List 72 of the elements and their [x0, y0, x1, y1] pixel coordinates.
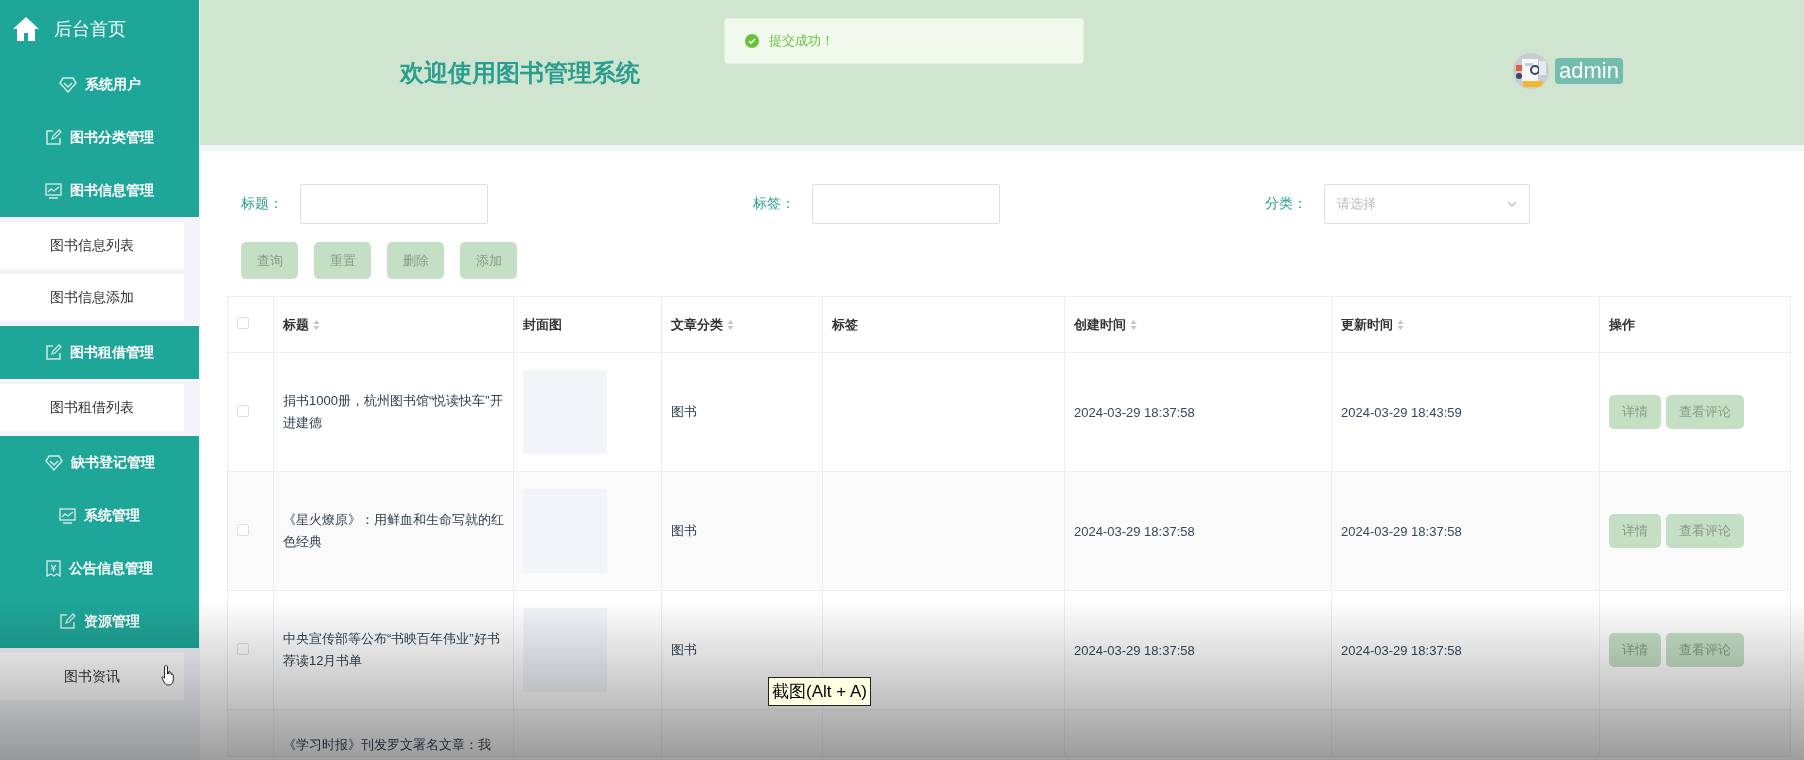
- home-icon: [12, 16, 40, 42]
- action-button[interactable]: 查询: [241, 242, 298, 279]
- input-field[interactable]: [812, 184, 1000, 224]
- sidebar-item[interactable]: 图书租借管理: [0, 326, 199, 379]
- table-cell: 图书: [671, 642, 697, 657]
- table-cell-text: 中央宣传部等公布“书映百年伟业”好书荐读12月书单: [283, 630, 501, 670]
- chart-icon: [45, 182, 62, 199]
- sidebar-item[interactable]: 系统管理: [0, 489, 199, 542]
- select-field[interactable]: 请选择: [1324, 184, 1530, 224]
- input-field[interactable]: [300, 184, 488, 224]
- table-cell: 2024-03-29 18:37:58: [1074, 642, 1195, 658]
- edit-icon: [45, 344, 62, 361]
- sidebar-item[interactable]: 公告信息管理: [0, 542, 199, 595]
- chart-icon: [59, 507, 76, 524]
- row-action-button[interactable]: 详情: [1609, 395, 1661, 429]
- filter-label: 标签：: [753, 195, 795, 213]
- sidebar-item[interactable]: 后台首页: [0, 0, 199, 58]
- table-cell: 图书: [671, 523, 697, 538]
- tooltip: 截图(Alt + A): [768, 677, 871, 706]
- sidebar-subitem[interactable]: 图书信息添加: [0, 274, 184, 321]
- row-action-button[interactable]: 详情: [1609, 633, 1661, 667]
- table-cell: 2024-03-29 18:37:58: [1341, 523, 1462, 539]
- column-header: 标题: [283, 316, 309, 332]
- checkbox[interactable]: [237, 523, 249, 536]
- sidebar-subitem[interactable]: 图书资讯: [0, 653, 184, 700]
- receipt-icon: [46, 560, 61, 577]
- diamond-icon: [58, 76, 77, 93]
- table-cell-text: 《学习时报》刊发罗文署名文章：我: [283, 736, 492, 754]
- table-cell-text: 《星火燎原》：用鲜血和生命写就的红色经典: [283, 511, 504, 551]
- check-circle-icon: [745, 34, 759, 48]
- filter-label: 标题：: [241, 195, 283, 213]
- chevron-down-icon: [1507, 201, 1517, 207]
- table-cell: 图书: [671, 404, 697, 419]
- sort-icon[interactable]: [313, 319, 320, 332]
- filter-label: 分类：: [1265, 195, 1307, 213]
- table-cell: 2024-03-29 18:37:58: [1074, 404, 1195, 420]
- row-action-button[interactable]: 详情: [1609, 514, 1661, 548]
- column-header: 创建时间: [1074, 316, 1126, 332]
- row-action-button[interactable]: 查看评论: [1666, 514, 1744, 548]
- user-name[interactable]: admin: [1555, 58, 1623, 84]
- row-action-button[interactable]: 查看评论: [1666, 395, 1744, 429]
- sidebar-item[interactable]: 图书分类管理: [0, 111, 199, 164]
- table-cell: 2024-03-29 18:43:59: [1341, 404, 1462, 420]
- action-button[interactable]: 重置: [314, 242, 371, 279]
- sort-icon[interactable]: [1397, 319, 1404, 332]
- sidebar-subitem[interactable]: 图书信息列表: [0, 222, 184, 269]
- edit-icon: [45, 129, 62, 146]
- table-cell-text: 捐书1000册，杭州图书馆“悦读快车”开进建德: [283, 392, 504, 432]
- column-header: 操作: [1609, 316, 1635, 332]
- edit-icon: [59, 613, 76, 630]
- toast-message: 提交成功！: [724, 18, 1084, 64]
- sidebar-item[interactable]: 系统用户: [0, 58, 199, 111]
- sidebar-item[interactable]: 缺书登记管理: [0, 436, 199, 489]
- column-header: 标签: [832, 316, 858, 332]
- checkbox[interactable]: [237, 642, 249, 655]
- column-header: 文章分类: [671, 316, 723, 332]
- checkbox[interactable]: [237, 317, 249, 329]
- row-action-button[interactable]: 查看评论: [1666, 633, 1744, 667]
- checkbox[interactable]: [237, 404, 249, 417]
- sidebar-subitem[interactable]: 图书租借列表: [0, 384, 184, 431]
- table-cell: 2024-03-29 18:37:58: [1074, 523, 1195, 539]
- page-title: 欢迎使用图书管理系统: [400, 57, 640, 88]
- action-button[interactable]: 删除: [387, 242, 444, 279]
- column-header: 封面图: [523, 316, 562, 332]
- action-button[interactable]: 添加: [460, 242, 517, 279]
- diamond-icon: [44, 454, 63, 471]
- column-header: 更新时间: [1341, 316, 1393, 332]
- sidebar-item[interactable]: 图书信息管理: [0, 164, 199, 217]
- sort-icon[interactable]: [1130, 319, 1137, 332]
- sort-icon[interactable]: [727, 319, 734, 332]
- table-cell: 2024-03-29 18:37:58: [1341, 642, 1462, 658]
- hand-cursor-icon: [161, 664, 177, 686]
